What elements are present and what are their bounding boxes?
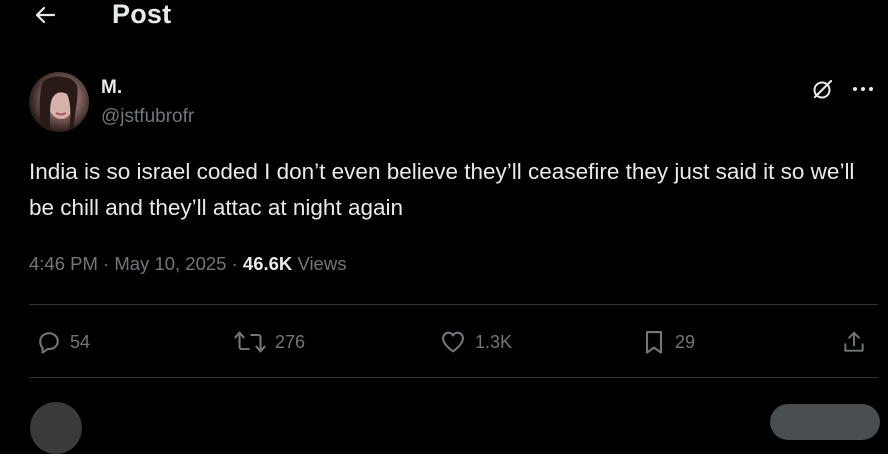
bookmark-icon: [645, 331, 663, 354]
arrow-left-icon: [35, 6, 56, 24]
meta-separator: ·: [103, 253, 110, 274]
reply-count: 54: [70, 331, 91, 352]
share-icon: [844, 331, 864, 352]
divider: [29, 377, 878, 378]
repost-icon: [234, 331, 266, 353]
grok-icon: [813, 79, 833, 99]
bookmark-button[interactable]: 29: [640, 326, 695, 358]
author-handle[interactable]: @jstfubrofr: [101, 106, 194, 128]
bookmark-count: 29: [675, 331, 696, 352]
like-count: 1.3K: [475, 331, 513, 352]
views-label: Views: [297, 253, 347, 274]
repost-button[interactable]: 276: [232, 326, 305, 358]
more-horizontal-icon: [853, 87, 873, 91]
tweet-text: India is so israel coded I don’t even be…: [29, 159, 855, 220]
tweet-meta: 4:46 PM · May 10, 2025 · 46.6K Views: [29, 253, 346, 275]
author-display-name[interactable]: M.: [101, 77, 122, 99]
share-button[interactable]: [841, 326, 867, 358]
meta-separator: ·: [231, 253, 238, 274]
like-button[interactable]: 1.3K: [438, 326, 512, 358]
heart-icon: [442, 331, 464, 353]
views-count[interactable]: 46.6K: [243, 253, 292, 274]
avatar[interactable]: [29, 72, 89, 132]
page-title: Post: [112, 0, 172, 29]
grok-button[interactable]: [810, 76, 836, 102]
post-header: Post: [0, 0, 888, 32]
more-options-button[interactable]: [850, 76, 876, 102]
reply-button[interactable]: 54: [35, 326, 90, 358]
reply-icon: [39, 332, 59, 354]
back-button[interactable]: [28, 0, 62, 30]
tweet-date[interactable]: May 10, 2025: [114, 253, 226, 274]
next-reply-button[interactable]: [770, 404, 880, 440]
repost-count: 276: [275, 331, 306, 352]
divider: [29, 304, 878, 305]
avatar-image: [39, 76, 78, 132]
tweet-time[interactable]: 4:46 PM: [29, 253, 98, 274]
next-avatar[interactable]: [30, 402, 82, 454]
